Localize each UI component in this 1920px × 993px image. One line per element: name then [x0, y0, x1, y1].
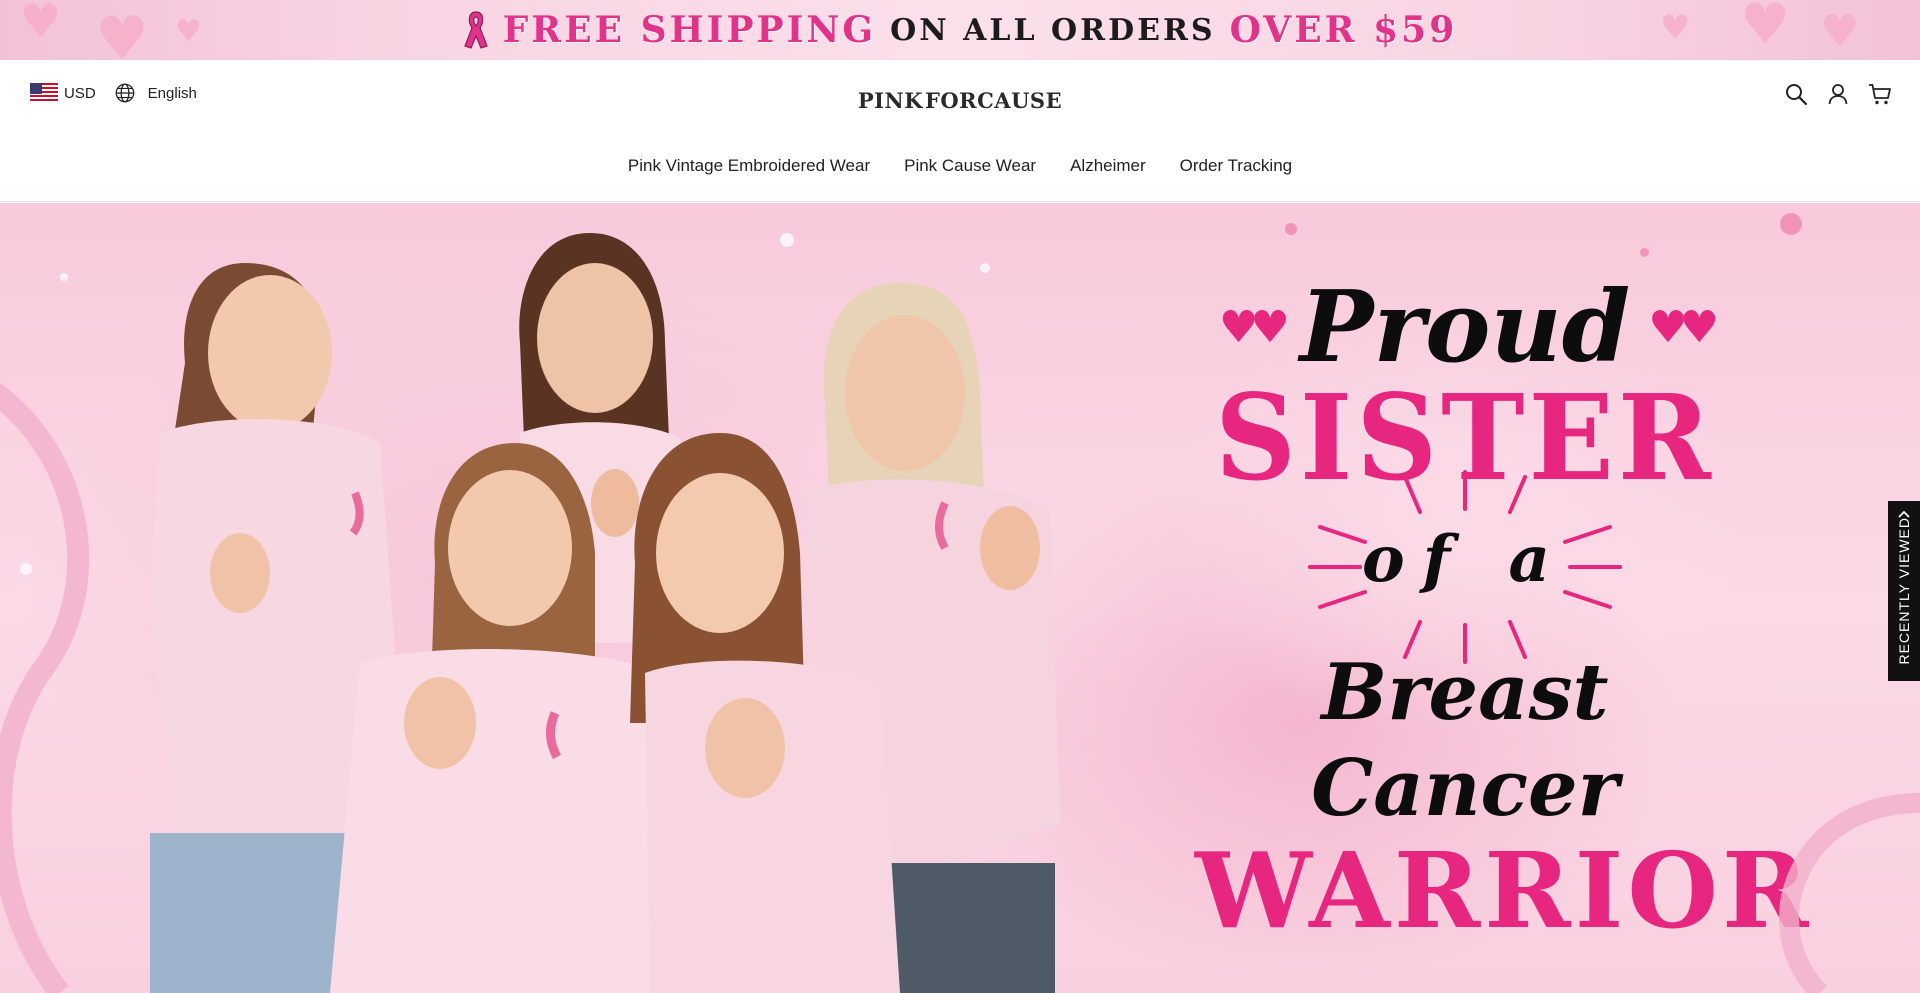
slogan-line-3: of a [1195, 470, 1735, 664]
hero-slogan: ♥♥ Proud ♥♥ SISTER of a Breast Cancer WA… [1195, 273, 1813, 952]
site-header: USD English PINK FORCAUSE Pink Vintage E… [0, 60, 1920, 202]
locale-selector: USD English [30, 82, 197, 104]
logo-text-right: FORCAUSE [924, 87, 1063, 113]
nav-item-alzheimer[interactable]: Alzheimer [1070, 156, 1146, 176]
slogan-of-a: of a [1362, 522, 1568, 597]
nav-item-pink-vintage-embroidered-wear[interactable]: Pink Vintage Embroidered Wear [628, 156, 870, 176]
recently-viewed-tab[interactable]: RECENTLY VIEWED [1888, 501, 1920, 681]
header-actions [1784, 82, 1892, 106]
speck-decoration [1780, 213, 1802, 235]
slogan-warrior: WARRIOR [1195, 829, 1813, 952]
slogan-line-1: ♥♥ Proud ♥♥ [1195, 273, 1735, 383]
ribbon-icon [463, 11, 488, 49]
ribbon-swoosh-decoration [1779, 793, 1920, 993]
nav-item-pink-cause-wear[interactable]: Pink Cause Wear [904, 156, 1036, 176]
announcement-free-shipping: FREE SHIPPING [502, 9, 877, 51]
account-icon[interactable] [1826, 82, 1850, 106]
globe-icon[interactable] [114, 82, 136, 104]
search-icon[interactable] [1784, 82, 1808, 106]
announcement-on-all-orders: ON ALL ORDERS [890, 12, 1216, 48]
hero-image-women-group [0, 233, 1060, 993]
announcement-bar: ♥ ♥ ♥ ♥ ♥ ♥ FREE SHIPPING ON ALL ORDERS … [0, 0, 1920, 60]
currency-selector[interactable]: USD [64, 85, 96, 102]
speck-decoration [1285, 223, 1297, 235]
speck-decoration [1640, 248, 1649, 257]
hero-banner[interactable]: ♥♥ Proud ♥♥ SISTER of a Breast Cancer WA… [0, 203, 1920, 993]
cart-icon[interactable] [1868, 82, 1892, 106]
language-selector[interactable]: English [148, 85, 197, 102]
nav-item-order-tracking[interactable]: Order Tracking [1180, 156, 1292, 176]
main-nav: Pink Vintage Embroidered Wear Pink Cause… [0, 156, 1920, 176]
site-logo[interactable]: PINK FORCAUSE [858, 80, 1062, 120]
slogan-breast-cancer: Breast Cancer [1311, 647, 1619, 834]
announcement-threshold: OVER $59 [1229, 9, 1458, 51]
us-flag-icon [30, 83, 58, 103]
hearts-decoration-icon: ♥♥ [1218, 302, 1290, 353]
recently-viewed-label: RECENTLY VIEWED [1896, 517, 1912, 665]
slogan-proud: Proud [1299, 270, 1631, 385]
hearts-decoration-icon: ♥♥ [1648, 302, 1719, 353]
logo-text-left: PINK [857, 87, 923, 113]
